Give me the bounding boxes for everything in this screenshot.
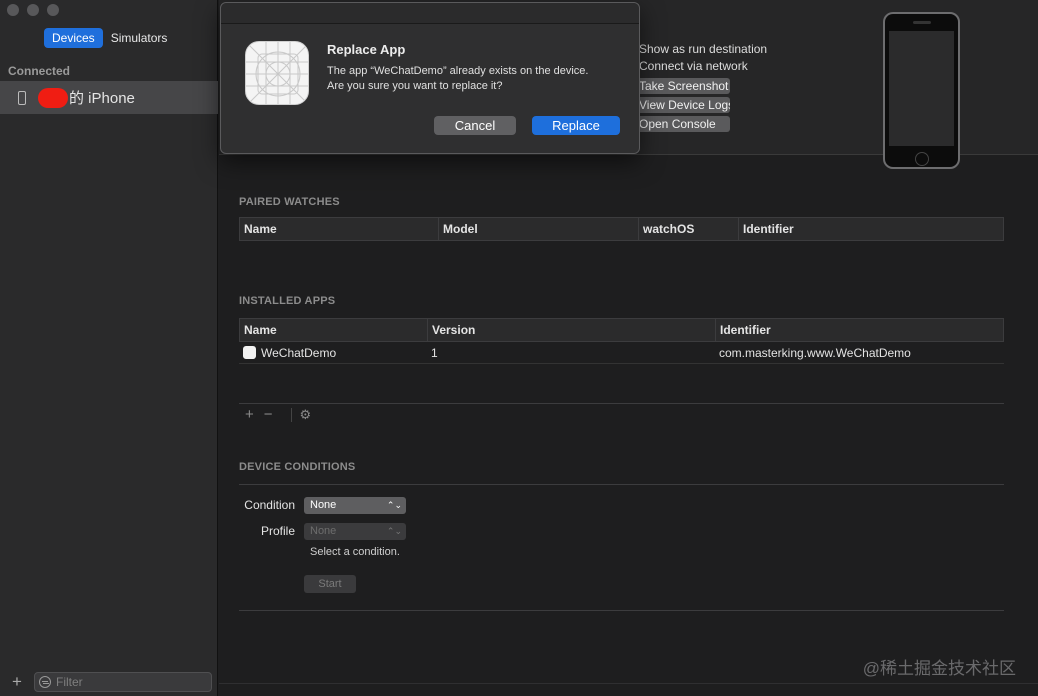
condition-value: None [310, 499, 337, 511]
iphone-icon [18, 90, 26, 105]
remove-app-icon[interactable]: − [264, 406, 273, 423]
divider [239, 610, 1004, 611]
redacted-name-mark [38, 87, 68, 108]
view-device-logs-button[interactable]: View Device Logs [633, 97, 730, 113]
show-as-run-destination-checkbox[interactable]: Show as run destination [639, 42, 767, 56]
profile-popup[interactable]: None ⌃⌄ [304, 523, 406, 540]
phone-home-button [915, 152, 929, 166]
column-header-name[interactable]: Name [240, 319, 428, 341]
replace-app-dialog: Replace App The app “WeChatDemo” already… [220, 2, 640, 154]
dialog-message: The app “WeChatDemo” already exists on t… [327, 65, 589, 77]
phone-screen [889, 31, 954, 146]
column-header-model[interactable]: Model [439, 218, 639, 240]
filter-input[interactable] [56, 675, 206, 689]
updown-chevron-icon: ⌃⌄ [386, 500, 402, 510]
column-header-identifier[interactable]: Identifier [739, 218, 1003, 240]
column-header-name[interactable]: Name [240, 218, 439, 240]
minimize-window-button[interactable] [27, 4, 39, 16]
devices-simulators-segmented-control: Devices Simulators [44, 28, 175, 48]
column-header-identifier[interactable]: Identifier [716, 319, 1003, 341]
profile-label: Profile [260, 524, 295, 538]
device-name: 的 iPhone [69, 90, 135, 107]
replace-button[interactable]: Replace [532, 116, 620, 135]
connect-via-network-checkbox[interactable]: Connect via network [639, 59, 748, 73]
paired-watches-title: PAIRED WATCHES [239, 196, 340, 208]
paired-watches-table-header: Name Model watchOS Identifier [239, 217, 1004, 241]
app-placeholder-icon [245, 41, 309, 105]
app-version: 1 [431, 345, 438, 360]
dialog-title: Replace App [327, 42, 406, 57]
sidebar-footer: + [0, 668, 218, 696]
start-button[interactable]: Start [304, 575, 356, 593]
watermark: @稀土掘金技术社区 [862, 659, 1016, 678]
divider [239, 403, 1004, 404]
column-header-version[interactable]: Version [428, 319, 716, 341]
app-identifier: com.masterking.www.WeChatDemo [719, 345, 911, 360]
cancel-button[interactable]: Cancel [434, 116, 516, 135]
sidebar: Devices Simulators Connected 的 iPhone + [0, 0, 218, 696]
installed-apps-title: INSTALLED APPS [239, 295, 336, 307]
dialog-titlebar [221, 3, 639, 24]
iphone-device-image [883, 12, 960, 169]
filter-icon [39, 676, 51, 688]
profile-value: None [310, 525, 337, 537]
zoom-window-button[interactable] [47, 4, 59, 16]
device-list-item-iphone[interactable]: 的 iPhone [0, 81, 218, 114]
take-screenshot-button[interactable]: Take Screenshot [633, 78, 730, 94]
app-icon [243, 345, 256, 359]
filter-field[interactable] [34, 672, 212, 692]
installed-apps-toolbar: + − ⚙ [245, 406, 321, 423]
tab-devices[interactable]: Devices [44, 28, 103, 48]
device-conditions-title: DEVICE CONDITIONS [239, 461, 356, 473]
add-app-icon[interactable]: + [245, 406, 254, 423]
toolbar-separator [290, 407, 292, 422]
open-console-button[interactable]: Open Console [633, 116, 730, 132]
close-window-button[interactable] [7, 4, 19, 16]
divider [239, 484, 1004, 485]
app-name: WeChatDemo [261, 345, 337, 360]
connected-section-label: Connected [8, 64, 71, 78]
installed-apps-table-header: Name Version Identifier [239, 318, 1004, 342]
table-row[interactable]: WeChatDemo 1 com.masterking.www.WeChatDe… [239, 342, 1004, 364]
select-condition-hint: Select a condition. [310, 546, 400, 558]
phone-speaker [913, 21, 931, 24]
dialog-message-question: Are you sure you want to replace it? [327, 80, 503, 92]
updown-chevron-icon: ⌃⌄ [386, 526, 402, 536]
divider [219, 683, 1038, 684]
condition-popup[interactable]: None ⌃⌄ [304, 497, 406, 514]
column-header-watchos[interactable]: watchOS [639, 218, 739, 240]
condition-label: Condition [244, 498, 295, 512]
tab-simulators[interactable]: Simulators [103, 28, 176, 48]
add-device-icon[interactable]: + [10, 672, 24, 692]
gear-icon[interactable]: ⚙ [300, 407, 312, 423]
